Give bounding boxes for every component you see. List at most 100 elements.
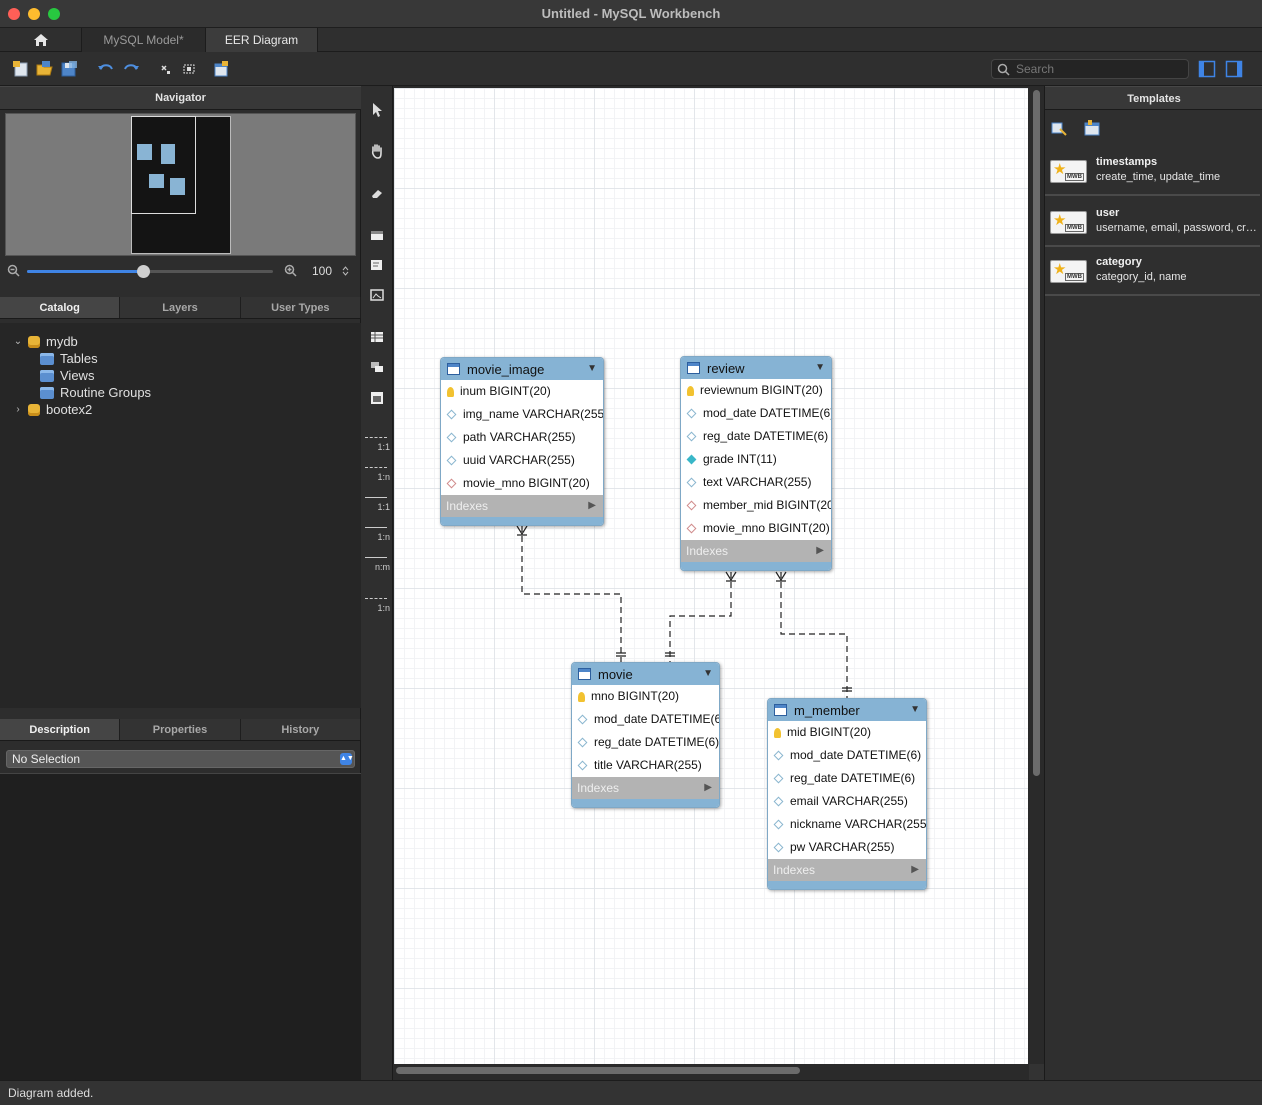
routine-group-tool[interactable] <box>367 388 387 408</box>
tree-item-bootex2[interactable]: › bootex2 <box>12 401 92 418</box>
entity-column[interactable]: email VARCHAR(255) <box>768 790 926 813</box>
apply-template-icon[interactable] <box>1050 119 1068 137</box>
horizontal-scrollbar[interactable] <box>396 1067 800 1074</box>
save-icon[interactable] <box>60 60 78 78</box>
entity-movie[interactable]: movie ▼ mno BIGINT(20) mod_date DATETIME(… <box>571 662 720 808</box>
entity-column[interactable]: mod_date DATETIME(6) <box>768 744 926 767</box>
collapse-triangle-icon[interactable]: ▼ <box>910 704 920 715</box>
entity-header[interactable]: movie_image ▼ <box>441 358 603 380</box>
select-tool[interactable] <box>367 100 387 120</box>
collapse-triangle-icon[interactable]: ▼ <box>587 363 597 374</box>
tab-properties[interactable]: Properties <box>120 719 241 740</box>
entity-column[interactable]: mod_date DATETIME(6) <box>572 708 719 731</box>
entity-indexes[interactable]: Indexes ▶ <box>572 777 719 799</box>
entity-column[interactable]: reg_date DATETIME(6) <box>768 767 926 790</box>
entity-header[interactable]: movie ▼ <box>572 663 719 685</box>
redo-icon[interactable] <box>122 60 140 78</box>
expand-triangle-icon[interactable]: ▶ <box>816 540 824 562</box>
tab-description[interactable]: Description <box>0 719 121 740</box>
entity-column[interactable]: movie_mno BIGINT(20) <box>441 472 603 495</box>
align-grid-icon[interactable] <box>180 60 198 78</box>
relationship-existing-columns-tool[interactable]: 1:n <box>365 594 391 616</box>
navigator-minimap[interactable] <box>5 113 356 256</box>
tab-home[interactable] <box>0 28 82 52</box>
expand-triangle-icon[interactable]: ▶ <box>704 777 712 799</box>
entity-header[interactable]: m_member ▼ <box>768 699 926 721</box>
relationship-movie-image-movie[interactable] <box>521 526 622 663</box>
entity-column[interactable]: inum BIGINT(20) <box>441 380 603 403</box>
new-document-icon[interactable] <box>12 60 30 78</box>
selection-dropdown[interactable]: No Selection ▲▼ <box>6 750 355 768</box>
note-tool[interactable] <box>367 255 387 275</box>
new-table-icon[interactable] <box>212 60 230 78</box>
entity-header[interactable]: review ▼ <box>681 357 831 379</box>
entity-m-member[interactable]: m_member ▼ mid BIGINT(20) mod_date DATETI… <box>767 698 927 890</box>
zoom-in-icon[interactable] <box>284 264 297 277</box>
search-input[interactable] <box>1016 61 1184 77</box>
entity-column[interactable]: uuid VARCHAR(255) <box>441 449 603 472</box>
relationship-1-n-identifying-tool[interactable]: 1:n <box>365 523 391 545</box>
open-folder-icon[interactable] <box>36 60 54 78</box>
layer-tool[interactable] <box>367 225 387 245</box>
entity-column[interactable]: grade INT(11) <box>681 448 831 471</box>
entity-column[interactable]: img_name VARCHAR(255) <box>441 403 603 426</box>
table-tool[interactable] <box>367 327 387 347</box>
edit-template-icon[interactable] <box>1083 119 1101 137</box>
entity-column[interactable]: mno BIGINT(20) <box>572 685 719 708</box>
toggle-grid-icon[interactable] <box>157 60 175 78</box>
entity-column[interactable]: reg_date DATETIME(6) <box>681 425 831 448</box>
zoom-slider[interactable] <box>27 270 273 273</box>
template-item-user[interactable]: ★ MWB user username, email, password, cre… <box>1045 197 1260 247</box>
tab-user-types[interactable]: User Types <box>241 297 361 318</box>
entity-column[interactable]: movie_mno BIGINT(20) <box>681 517 831 540</box>
template-item-timestamps[interactable]: ★ MWB timestamps create_time, update_time <box>1045 146 1260 196</box>
image-tool[interactable] <box>367 285 387 305</box>
entity-movie-image[interactable]: movie_image ▼ inum BIGINT(20) img_name VA… <box>440 357 604 526</box>
tree-item-views[interactable]: Views <box>40 367 94 384</box>
toggle-right-sidebar-icon[interactable] <box>1225 60 1243 78</box>
zoom-level[interactable]: 100 <box>302 264 342 278</box>
zoom-slider-thumb[interactable] <box>136 265 150 278</box>
expand-triangle-icon[interactable]: ▶ <box>911 859 919 881</box>
relationship-1-1-tool[interactable]: 1:1 <box>365 433 391 455</box>
description-text-area[interactable] <box>0 773 361 1080</box>
relationship-review-member[interactable] <box>780 572 848 698</box>
toggle-left-sidebar-icon[interactable] <box>1198 60 1216 78</box>
tab-catalog[interactable]: Catalog <box>0 297 121 318</box>
entity-column[interactable]: mod_date DATETIME(6) <box>681 402 831 425</box>
entity-column[interactable]: title VARCHAR(255) <box>572 754 719 777</box>
undo-icon[interactable] <box>97 60 115 78</box>
entity-column[interactable]: text VARCHAR(255) <box>681 471 831 494</box>
entity-column[interactable]: reg_date DATETIME(6) <box>572 731 719 754</box>
entity-column[interactable]: member_mid BIGINT(20) <box>681 494 831 517</box>
zoom-stepper-icon[interactable] <box>342 266 349 276</box>
chevron-down-icon[interactable]: ⌄ <box>12 336 24 347</box>
entity-column[interactable]: reviewnum BIGINT(20) <box>681 379 831 402</box>
tree-item-mydb[interactable]: ⌄ mydb <box>12 333 78 350</box>
entity-indexes[interactable]: Indexes ▶ <box>768 859 926 881</box>
diagram-canvas[interactable]: movie_image ▼ inum BIGINT(20) img_name VA… <box>394 88 1028 1064</box>
tab-mysql-model[interactable]: MySQL Model* <box>82 28 206 52</box>
entity-indexes[interactable]: Indexes ▶ <box>441 495 603 517</box>
zoom-out-icon[interactable] <box>7 264 20 277</box>
view-tool[interactable] <box>367 357 387 377</box>
relationship-review-movie[interactable] <box>669 572 732 663</box>
collapse-triangle-icon[interactable]: ▼ <box>815 362 825 373</box>
entity-review[interactable]: review ▼ reviewnum BIGINT(20) mod_date DA… <box>680 356 832 571</box>
eraser-tool[interactable] <box>367 183 387 203</box>
collapse-triangle-icon[interactable]: ▼ <box>703 668 713 679</box>
vertical-scrollbar[interactable] <box>1033 90 1040 776</box>
template-item-category[interactable]: ★ MWB category category_id, name <box>1045 246 1260 296</box>
hand-tool[interactable] <box>367 141 387 161</box>
expand-triangle-icon[interactable]: ▶ <box>588 495 596 517</box>
entity-column[interactable]: path VARCHAR(255) <box>441 426 603 449</box>
tab-layers[interactable]: Layers <box>120 297 241 318</box>
entity-column[interactable]: mid BIGINT(20) <box>768 721 926 744</box>
entity-column[interactable]: pw VARCHAR(255) <box>768 836 926 859</box>
relationship-n-m-tool[interactable]: n:m <box>365 553 391 575</box>
entity-indexes[interactable]: Indexes ▶ <box>681 540 831 562</box>
tab-eer-diagram[interactable]: EER Diagram <box>206 28 318 52</box>
chevron-right-icon[interactable]: › <box>12 404 24 415</box>
relationship-1-n-tool[interactable]: 1:n <box>365 463 391 485</box>
tree-item-routine-groups[interactable]: Routine Groups <box>40 384 151 401</box>
